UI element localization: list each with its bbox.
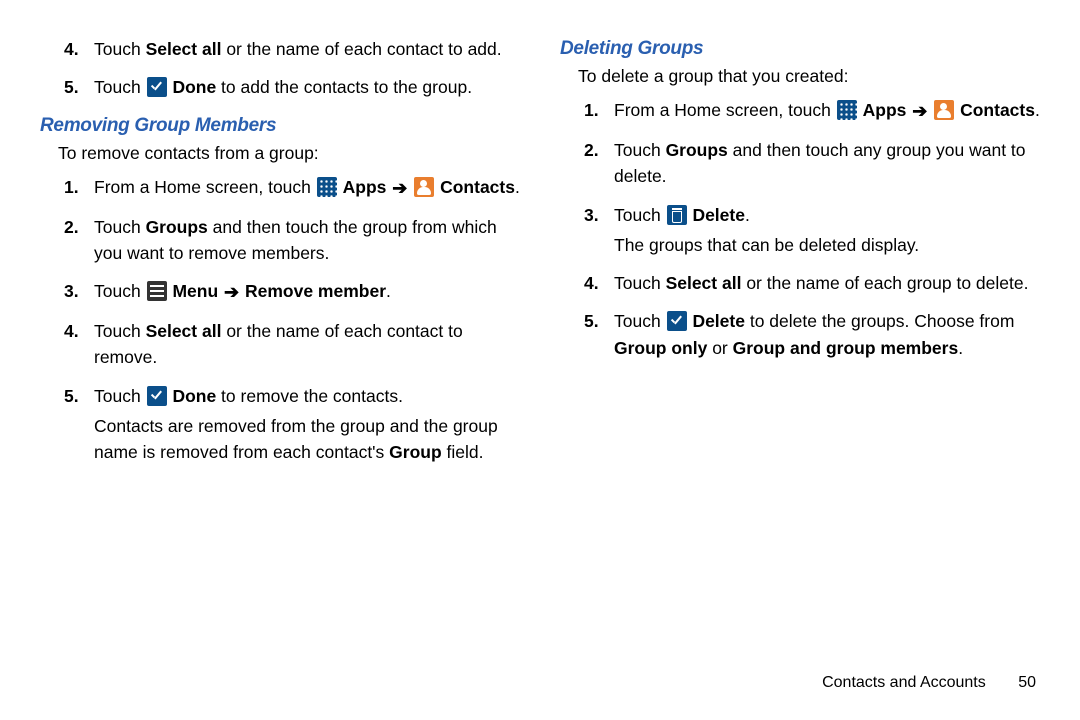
prev-steps: 4. Touch Select all or the name of each … <box>64 30 520 107</box>
text: Touch <box>94 281 146 301</box>
text: Touch <box>614 140 666 160</box>
bold: Done <box>172 386 216 406</box>
step-item: 4. Touch Select all or the name of each … <box>64 30 520 68</box>
bold: Select all <box>146 39 222 59</box>
step-item: 3. Touch Menu ➔ Remove member. <box>64 272 520 312</box>
left-column: 4. Touch Select all or the name of each … <box>40 30 520 471</box>
step-number: 1. <box>584 97 599 123</box>
check-icon <box>147 77 167 97</box>
text: Touch <box>94 386 146 406</box>
text: . <box>745 205 750 225</box>
text: Touch <box>94 321 146 341</box>
step-item: 2. Touch Groups and then touch the group… <box>64 208 520 273</box>
bold: Groups <box>146 217 208 237</box>
arrow-icon: ➔ <box>223 279 240 306</box>
text: Touch <box>94 39 146 59</box>
text: . <box>386 281 391 301</box>
step-number: 4. <box>584 270 599 296</box>
bold: Group and group members <box>733 338 959 358</box>
bold: Group <box>389 442 442 462</box>
step-item: 5. Touch Done to remove the contacts. Co… <box>64 377 520 472</box>
bold: Done <box>172 77 216 97</box>
text: or the name of each group to delete. <box>741 273 1028 293</box>
text: to delete the groups. Choose from <box>745 311 1014 331</box>
bold: Delete <box>692 311 745 331</box>
bold: Apps <box>343 177 387 197</box>
steps-list: 1. From a Home screen, touch Apps ➔ Cont… <box>64 168 520 472</box>
step-item: 1. From a Home screen, touch Apps ➔ Cont… <box>64 168 520 208</box>
step-number: 1. <box>64 174 79 200</box>
bold: Delete <box>692 205 745 225</box>
step-item: 4. Touch Select all or the name of each … <box>64 312 520 377</box>
bold: Groups <box>666 140 728 160</box>
text: . <box>1035 100 1040 120</box>
arrow-icon: ➔ <box>911 98 928 125</box>
step-number: 5. <box>64 383 79 409</box>
step-number: 3. <box>584 202 599 228</box>
text: From a Home screen, touch <box>94 177 316 197</box>
section-title: Contacts and Accounts <box>822 674 986 691</box>
contacts-icon <box>934 100 954 120</box>
intro-text: To remove contacts from a group: <box>58 143 520 164</box>
step-number: 4. <box>64 318 79 344</box>
bold: Menu <box>172 281 218 301</box>
step-item: 4. Touch Select all or the name of each … <box>584 264 1040 302</box>
result-text: Contacts are removed from the group and … <box>94 413 520 466</box>
bold: Remove member <box>245 281 386 301</box>
bold: Select all <box>666 273 742 293</box>
text: to add the contacts to the group. <box>216 77 472 97</box>
step-item: 5. Touch Done to add the contacts to the… <box>64 68 520 106</box>
bold: Contacts <box>960 100 1035 120</box>
text: Touch <box>614 311 666 331</box>
text: Touch <box>614 205 666 225</box>
text: to remove the contacts. <box>216 386 403 406</box>
step-number: 2. <box>584 137 599 163</box>
step-number: 4. <box>64 36 79 62</box>
steps-list: 1. From a Home screen, touch Apps ➔ Cont… <box>584 91 1040 367</box>
step-item: 5. Touch Delete to delete the groups. Ch… <box>584 302 1040 367</box>
page-footer: Contacts and Accounts 50 <box>822 674 1036 692</box>
bold: Apps <box>863 100 907 120</box>
intro-text: To delete a group that you created: <box>578 66 1040 87</box>
result-text: The groups that can be deleted display. <box>614 232 1040 258</box>
step-item: 2. Touch Groups and then touch any group… <box>584 131 1040 196</box>
bold: Group only <box>614 338 707 358</box>
step-number: 2. <box>64 214 79 240</box>
step-number: 5. <box>584 308 599 334</box>
check-icon <box>667 311 687 331</box>
text: . <box>958 338 963 358</box>
page-body: 4. Touch Select all or the name of each … <box>0 0 1080 471</box>
section-heading: Deleting Groups <box>560 38 1040 60</box>
text: Touch <box>94 217 146 237</box>
step-number: 3. <box>64 278 79 304</box>
text: Touch <box>614 273 666 293</box>
page-number: 50 <box>1018 674 1036 692</box>
trash-icon <box>667 205 687 225</box>
text: field. <box>442 442 484 462</box>
text: or <box>707 338 732 358</box>
menu-icon <box>147 281 167 301</box>
section-heading: Removing Group Members <box>40 115 520 137</box>
step-item: 3. Touch Delete. The groups that can be … <box>584 196 1040 265</box>
text: or the name of each contact to add. <box>221 39 501 59</box>
apps-icon <box>317 177 337 197</box>
bold: Select all <box>146 321 222 341</box>
step-number: 5. <box>64 74 79 100</box>
right-column: Deleting Groups To delete a group that y… <box>560 30 1040 471</box>
text: . <box>515 177 520 197</box>
contacts-icon <box>414 177 434 197</box>
check-icon <box>147 386 167 406</box>
text: Touch <box>94 77 146 97</box>
apps-icon <box>837 100 857 120</box>
step-item: 1. From a Home screen, touch Apps ➔ Cont… <box>584 91 1040 131</box>
bold: Contacts <box>440 177 515 197</box>
arrow-icon: ➔ <box>391 175 408 202</box>
text: From a Home screen, touch <box>614 100 836 120</box>
